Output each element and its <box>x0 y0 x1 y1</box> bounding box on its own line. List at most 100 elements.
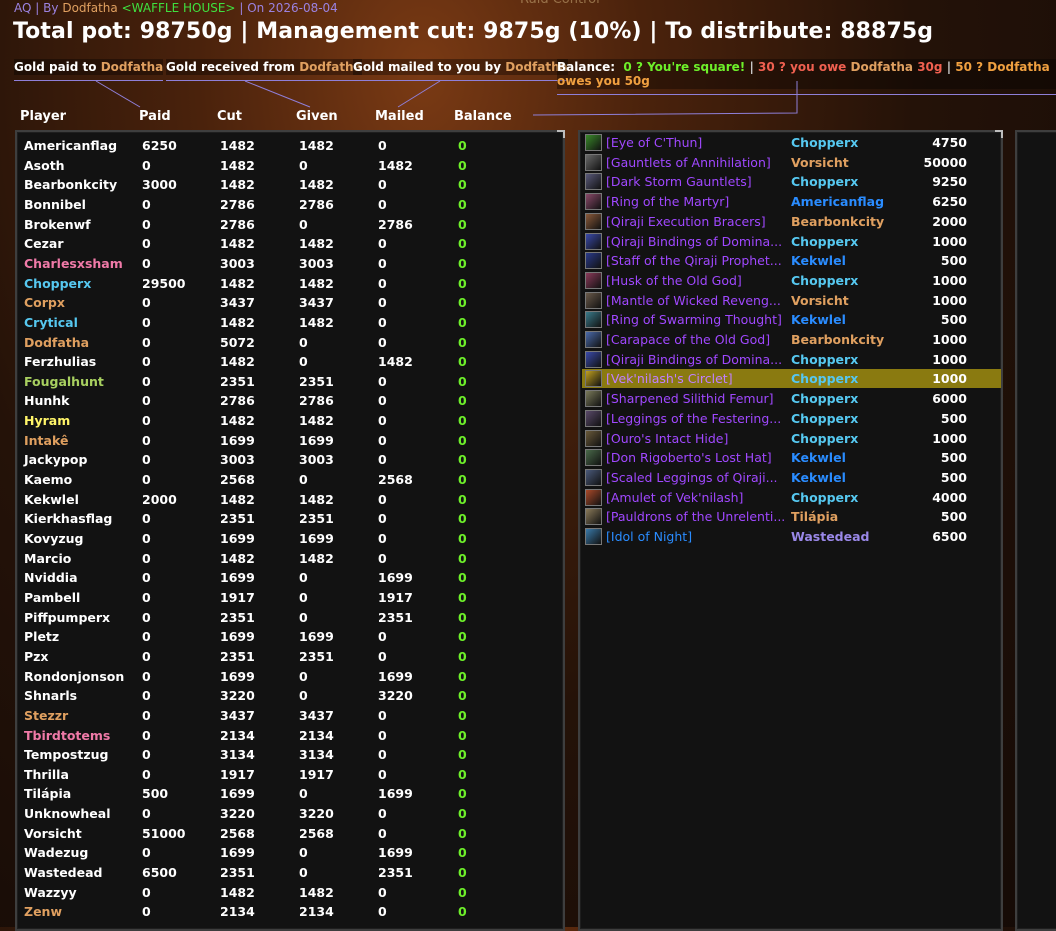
player-row[interactable]: Crytical 0 1482 1482 0 0 <box>17 313 563 332</box>
loot-row[interactable]: [Vek'nilash's Circlet] Chopperx 1000 <box>582 369 1001 389</box>
item-link[interactable]: [Leggings of the Festering... <box>606 411 784 426</box>
player-row[interactable]: Kierkhasflag 0 2351 2351 0 0 <box>17 509 563 528</box>
col-header-player[interactable]: Player <box>20 109 66 124</box>
balance-value: 0 <box>458 727 467 743</box>
player-row[interactable]: Hunhk 0 2786 2786 0 0 <box>17 391 563 410</box>
player-row[interactable]: Kekwlel 2000 1482 1482 0 0 <box>17 490 563 509</box>
item-link[interactable]: [Dark Storm Gauntlets] <box>606 174 784 189</box>
player-row[interactable]: Zenw 0 2134 2134 0 0 <box>17 902 563 921</box>
player-row[interactable]: Thrilla 0 1917 1917 0 0 <box>17 765 563 784</box>
loot-row[interactable]: [Staff of the Qiraji Prophet... Kekwlel 50… <box>582 251 1001 270</box>
loot-row[interactable]: [Pauldrons of the Unrelenti... Tilápia 500 <box>582 507 1001 526</box>
col-header-mailed[interactable]: Mailed <box>375 109 424 124</box>
player-row[interactable]: Pambell 0 1917 0 1917 0 <box>17 588 563 607</box>
loot-row[interactable]: [Qiraji Bindings of Domina... Chopperx 100… <box>582 232 1001 251</box>
player-row[interactable]: Pletz 0 1699 1699 0 0 <box>17 627 563 646</box>
loot-row[interactable]: [Ring of the Martyr] Americanflag 6250 <box>582 192 1001 211</box>
item-link[interactable]: [Ring of Swarming Thought] <box>606 312 784 327</box>
loot-row[interactable]: [Gauntlets of Annihilation] Vorsicht 50000 <box>582 153 1001 172</box>
player-row[interactable]: Tempostzug 0 3134 3134 0 0 <box>17 745 563 764</box>
loot-row[interactable]: [Ring of Swarming Thought] Kekwlel 500 <box>582 310 1001 329</box>
player-row[interactable]: Piffpumperx 0 2351 0 2351 0 <box>17 608 563 627</box>
player-row[interactable]: Dodfatha 0 5072 0 0 0 <box>17 333 563 352</box>
item-link[interactable]: [Mantle of Wicked Reveng... <box>606 293 784 308</box>
col-header-balance[interactable]: Balance <box>454 109 512 124</box>
col-header-cut[interactable]: Cut <box>217 109 242 124</box>
item-link[interactable]: [Staff of the Qiraji Prophet... <box>606 253 784 268</box>
item-link[interactable]: [Idol of Night] <box>606 529 784 544</box>
player-row[interactable]: Hyram 0 1482 1482 0 0 <box>17 411 563 430</box>
item-link[interactable]: [Carapace of the Old God] <box>606 332 784 347</box>
player-row[interactable]: Kovyzug 0 1699 1699 0 0 <box>17 529 563 548</box>
item-link[interactable]: [Pauldrons of the Unrelenti... <box>606 509 784 524</box>
player-row[interactable]: Stezzr 0 3437 3437 0 0 <box>17 706 563 725</box>
loot-row[interactable]: [Eye of C'Thun] Chopperx 4750 <box>582 133 1001 152</box>
player-row[interactable]: Tilápia 500 1699 0 1699 0 <box>17 784 563 803</box>
item-link[interactable]: [Ouro's Intact Hide] <box>606 431 784 446</box>
item-link[interactable]: [Scaled Leggings of Qiraji... <box>606 470 784 485</box>
player-row[interactable]: Ferzhulias 0 1482 0 1482 0 <box>17 352 563 371</box>
winner-name: Chopperx <box>791 371 859 387</box>
paid-value: 0 <box>142 236 151 252</box>
paid-value: 0 <box>142 747 151 763</box>
item-link[interactable]: [Ring of the Martyr] <box>606 194 784 209</box>
loot-row[interactable]: [Carapace of the Old God] Bearbonkcity 100… <box>582 330 1001 349</box>
col-header-paid[interactable]: Paid <box>139 109 171 124</box>
loot-row[interactable]: [Amulet of Vek'nilash] Chopperx 4000 <box>582 488 1001 507</box>
item-link[interactable]: [Don Rigoberto's Lost Hat] <box>606 450 784 465</box>
player-row[interactable]: Kaemo 0 2568 0 2568 0 <box>17 470 563 489</box>
loot-row[interactable]: [Qiraji Bindings of Domina... Chopperx 100… <box>582 350 1001 369</box>
player-row[interactable]: Fougalhunt 0 2351 2351 0 0 <box>17 372 563 391</box>
player-row[interactable]: Shnarls 0 3220 0 3220 0 <box>17 686 563 705</box>
player-row[interactable]: Asoth 0 1482 0 1482 0 <box>17 156 563 175</box>
item-link[interactable]: [Amulet of Vek'nilash] <box>606 490 784 505</box>
player-row[interactable]: Vorsicht 51000 2568 2568 0 0 <box>17 824 563 843</box>
player-row[interactable]: Americanflag 6250 1482 1482 0 0 <box>17 136 563 155</box>
player-row[interactable]: Charlesxsham 0 3003 3003 0 0 <box>17 254 563 273</box>
item-link[interactable]: [Vek'nilash's Circlet] <box>606 371 784 386</box>
player-name: Kovyzug <box>24 531 84 546</box>
player-row[interactable]: Unknowheal 0 3220 3220 0 0 <box>17 804 563 823</box>
player-row[interactable]: Brokenwf 0 2786 0 2786 0 <box>17 215 563 234</box>
loot-row[interactable]: [Idol of Night] Wastedead 6500 <box>582 527 1001 546</box>
player-row[interactable]: Marcio 0 1482 1482 0 0 <box>17 549 563 568</box>
player-row[interactable]: Pzx 0 2351 2351 0 0 <box>17 647 563 666</box>
loot-row[interactable]: [Dark Storm Gauntlets] Chopperx 9250 <box>582 172 1001 191</box>
player-row[interactable]: Bearbonkcity 3000 1482 1482 0 0 <box>17 175 563 194</box>
col-header-given[interactable]: Given <box>296 109 338 124</box>
pauldron-icon <box>585 508 602 526</box>
player-row[interactable]: Corpx 0 3437 3437 0 0 <box>17 293 563 312</box>
player-row[interactable]: Intakê 0 1699 1699 0 0 <box>17 431 563 450</box>
loot-row[interactable]: [Qiraji Execution Bracers] Bearbonkcity 20… <box>582 212 1001 231</box>
loot-row[interactable]: [Ouro's Intact Hide] Chopperx 1000 <box>582 429 1001 448</box>
loot-row[interactable]: [Mantle of Wicked Reveng... Vorsicht 1000 <box>582 291 1001 310</box>
item-link[interactable]: [Sharpened Silithid Femur] <box>606 391 784 406</box>
player-row[interactable]: Jackypop 0 3003 3003 0 0 <box>17 450 563 469</box>
paid-value: 0 <box>142 196 151 212</box>
item-link[interactable]: [Gauntlets of Annihilation] <box>606 155 784 170</box>
item-link[interactable]: [Qiraji Execution Bracers] <box>606 214 784 229</box>
player-row[interactable]: Rondonjonson 0 1699 0 1699 0 <box>17 667 563 686</box>
loot-row[interactable]: [Don Rigoberto's Lost Hat] Kekwlel 500 <box>582 448 1001 467</box>
player-row[interactable]: Chopperx 29500 1482 1482 0 0 <box>17 274 563 293</box>
loot-row[interactable]: [Husk of the Old God] Chopperx 1000 <box>582 271 1001 290</box>
player-row[interactable]: Tbirdtotems 0 2134 2134 0 0 <box>17 726 563 745</box>
loot-row[interactable]: [Scaled Leggings of Qiraji... Kekwlel 500 <box>582 468 1001 487</box>
player-row[interactable]: Cezar 0 1482 1482 0 0 <box>17 234 563 253</box>
player-row[interactable]: Wastedead 6500 2351 0 2351 0 <box>17 863 563 882</box>
item-link[interactable]: [Qiraji Bindings of Domina... <box>606 234 784 249</box>
item-link[interactable]: [Qiraji Bindings of Domina... <box>606 352 784 367</box>
header-meta: AQ | By Dodfatha <WAFFLE HOUSE> | On 202… <box>14 1 338 15</box>
given-value: 0 <box>299 216 308 232</box>
player-row[interactable]: Bonnibel 0 2786 2786 0 0 <box>17 195 563 214</box>
hide-icon <box>585 429 602 447</box>
player-row[interactable]: Wazzyy 0 1482 1482 0 0 <box>17 883 563 902</box>
item-link[interactable]: [Husk of the Old God] <box>606 273 784 288</box>
winner-name: Tilápia <box>791 509 839 525</box>
loot-row[interactable]: [Sharpened Silithid Femur] Chopperx 6000 <box>582 389 1001 408</box>
loot-row[interactable]: [Leggings of the Festering... Chopperx 500 <box>582 409 1001 428</box>
player-row[interactable]: Wadezug 0 1699 0 1699 0 <box>17 843 563 862</box>
cut-value: 3437 <box>220 707 255 723</box>
player-row[interactable]: Nviddia 0 1699 0 1699 0 <box>17 568 563 587</box>
item-link[interactable]: [Eye of C'Thun] <box>606 135 784 150</box>
